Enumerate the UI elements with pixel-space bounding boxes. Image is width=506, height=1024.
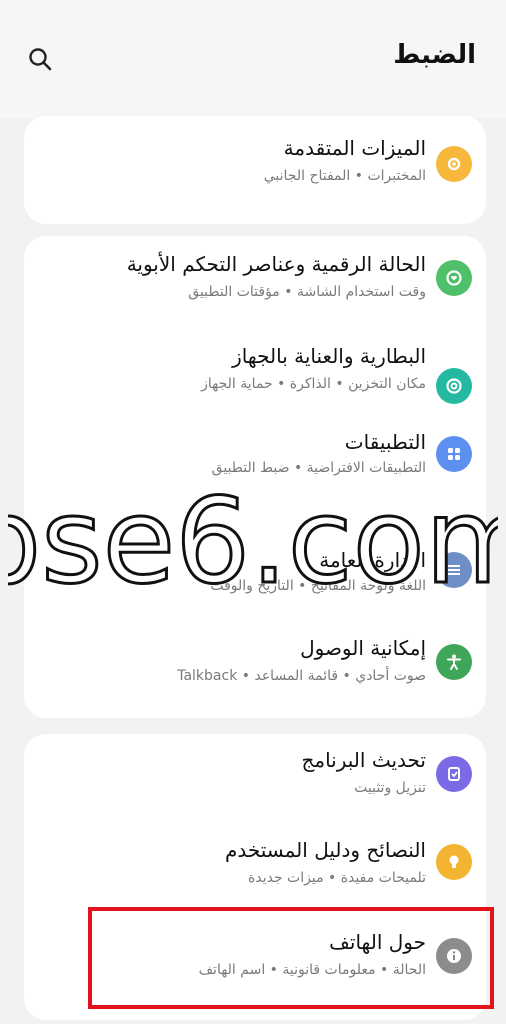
accessibility-icon — [436, 644, 472, 680]
settings-item-battery-device-care[interactable]: البطارية والعناية بالجهاز مكان التخزين •… — [24, 328, 486, 434]
page-title: الضبط — [393, 40, 476, 70]
item-title: الحالة الرقمية وعناصر التحكم الأبوية — [126, 252, 426, 276]
item-title: الميزات المتقدمة — [283, 136, 426, 160]
settings-item-apps[interactable]: التطبيقات التطبيقات الافتراضية • ضبط الت… — [24, 430, 486, 538]
apps-icon — [436, 436, 472, 472]
software-update-icon — [436, 756, 472, 792]
settings-item-advanced-features[interactable]: الميزات المتقدمة المختبرات • المفتاح الج… — [24, 116, 486, 222]
settings-item-accessibility[interactable]: إمكانية الوصول صوت أحادي • قائمة المساعد… — [24, 628, 486, 734]
item-title: الإدارة العامة — [319, 548, 426, 572]
settings-item-software-update[interactable]: تحديث البرنامج تنزيل وتثبيت — [24, 734, 486, 840]
item-title: تحديث البرنامج — [301, 748, 426, 772]
app-header: الضبط — [0, 0, 506, 118]
settings-group-1: الميزات المتقدمة المختبرات • المفتاح الج… — [24, 116, 486, 224]
item-title: النصائح ودليل المستخدم — [224, 838, 426, 862]
item-title: إمكانية الوصول — [300, 636, 426, 660]
settings-group-2: الحالة الرقمية وعناصر التحكم الأبوية وقت… — [24, 236, 486, 718]
highlight-box — [88, 907, 494, 1009]
item-subtitle: تنزيل وتثبيت — [354, 780, 426, 796]
general-management-icon — [436, 552, 472, 588]
item-subtitle: اللغة ولوحة المفاتيح • التاريخ والوقت — [210, 578, 426, 594]
item-subtitle: مكان التخزين • الذاكرة • حماية الجهاز — [201, 376, 426, 392]
device-care-icon — [436, 368, 472, 404]
item-title: التطبيقات — [344, 430, 426, 454]
item-title: البطارية والعناية بالجهاز — [232, 344, 426, 368]
item-subtitle: تلميحات مفيدة • ميزات جديدة — [248, 870, 426, 886]
search-icon[interactable] — [26, 45, 54, 73]
tips-icon — [436, 844, 472, 880]
item-subtitle: وقت استخدام الشاشة • مؤقتات التطبيق — [188, 284, 426, 300]
settings-item-digital-wellbeing[interactable]: الحالة الرقمية وعناصر التحكم الأبوية وقت… — [24, 236, 486, 342]
wellbeing-icon — [436, 260, 472, 296]
gear-icon — [436, 146, 472, 182]
item-subtitle: التطبيقات الافتراضية • ضبط التطبيق — [211, 460, 426, 476]
item-subtitle: صوت أحادي • قائمة المساعد • Talkback — [177, 668, 426, 684]
item-subtitle: المختبرات • المفتاح الجانبي — [263, 168, 426, 184]
